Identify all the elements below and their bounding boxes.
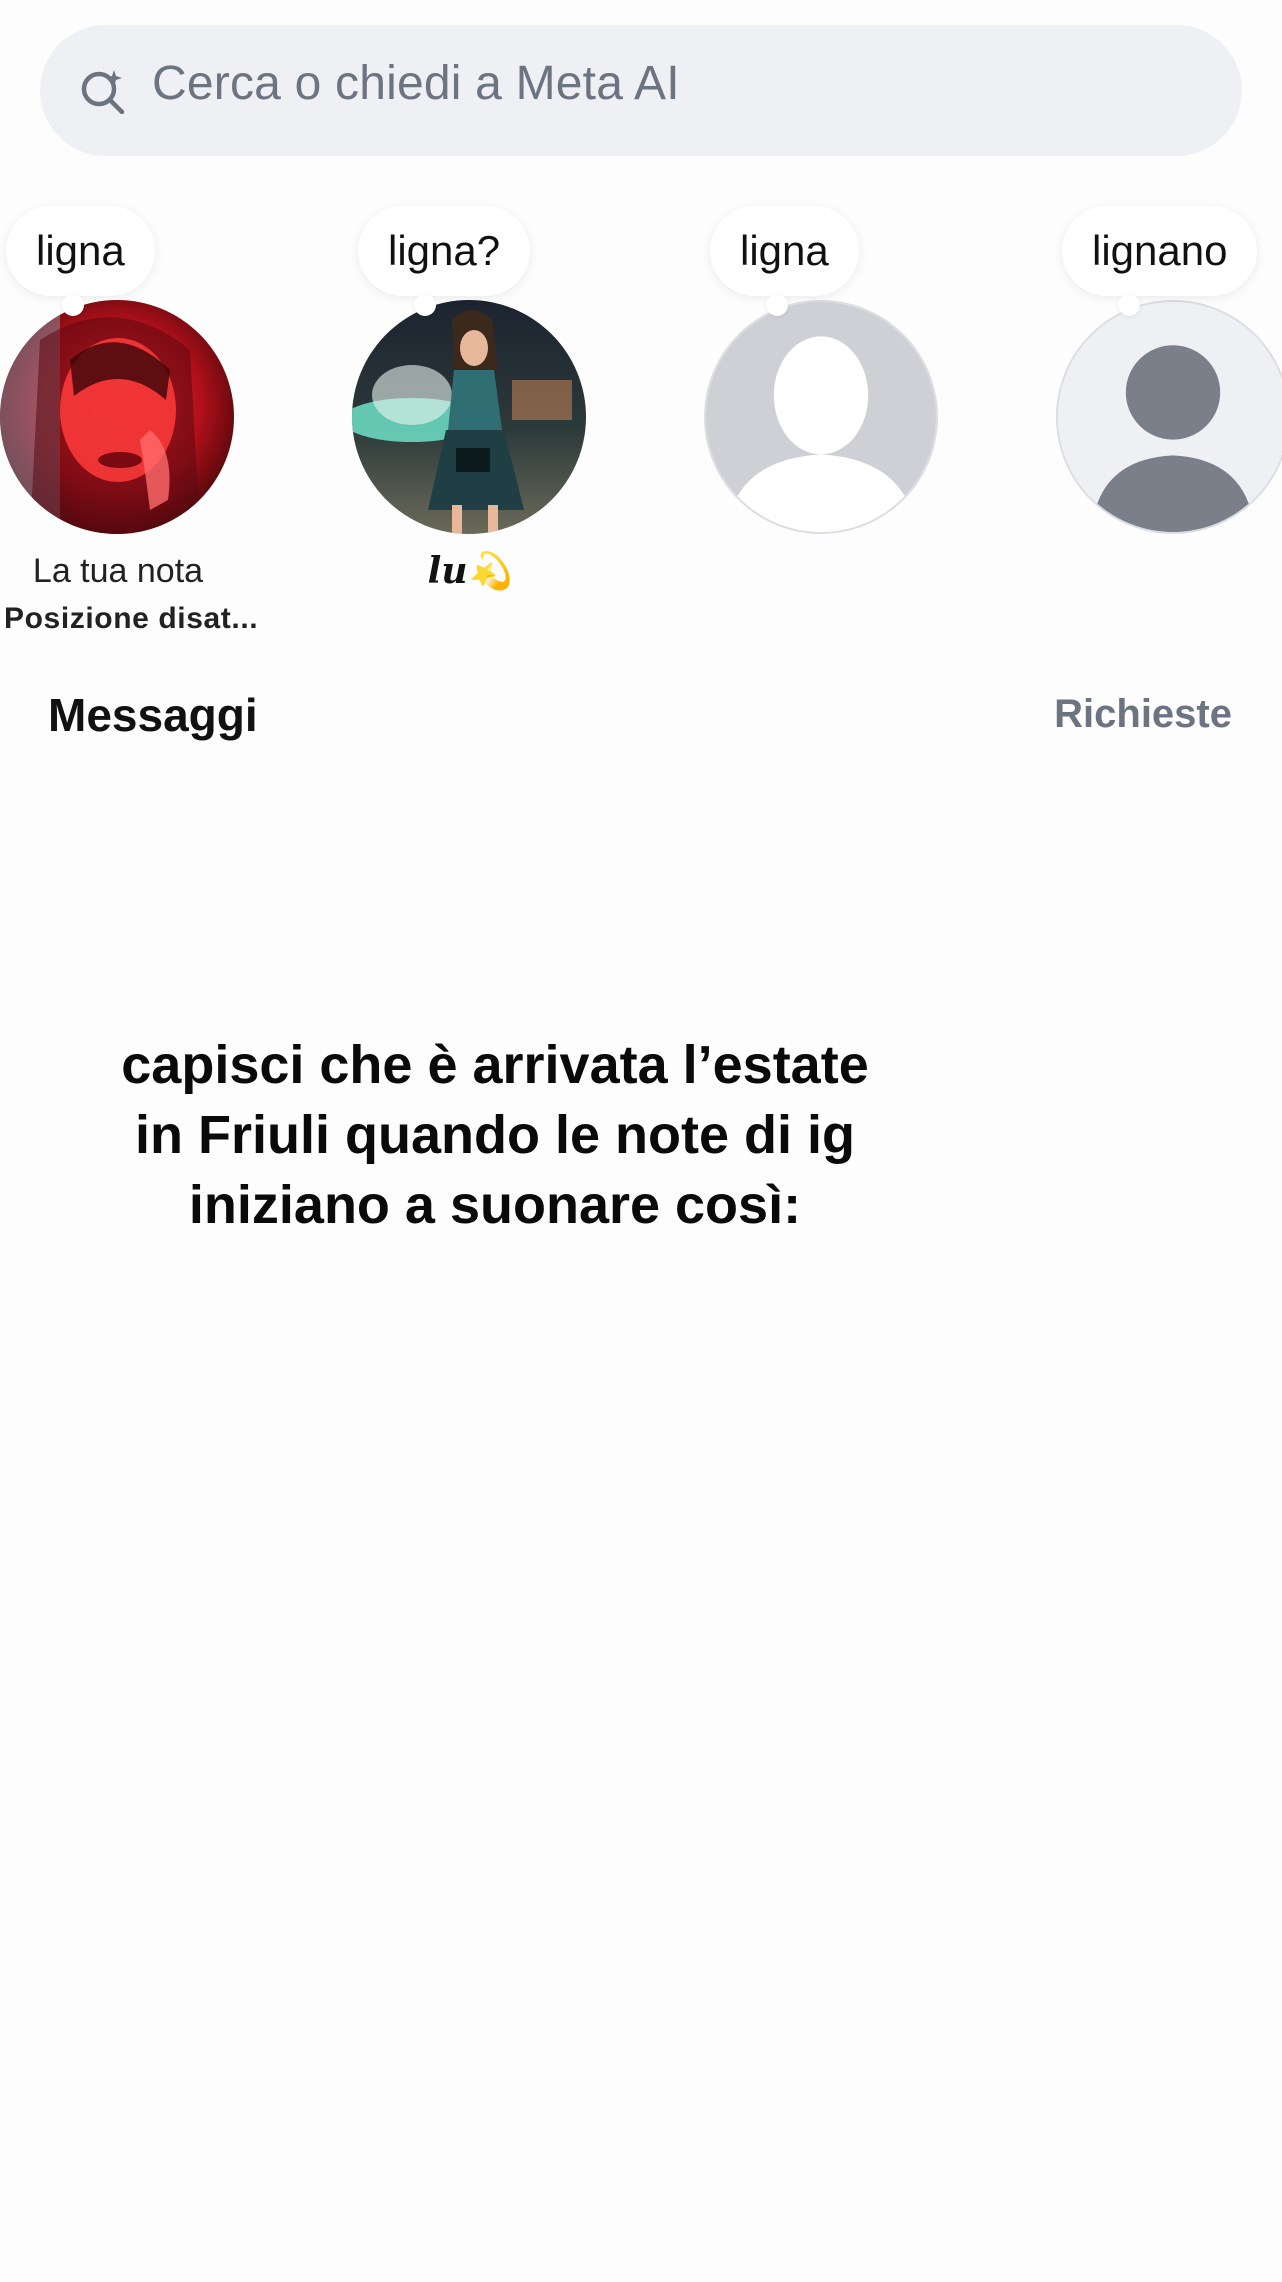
note-bubble[interactable]: ligna? bbox=[358, 206, 531, 296]
bubble-tail bbox=[766, 294, 788, 316]
overlay-caption: capisci che è arrivata l’estate in Friul… bbox=[121, 1035, 869, 1235]
default-user-icon[interactable] bbox=[1056, 300, 1282, 534]
note-label: La tua nota bbox=[32, 552, 204, 590]
messages-title: Messaggi bbox=[48, 689, 258, 741]
location-status: Posizione disat... bbox=[4, 602, 259, 635]
search-input[interactable]: Cerca o chiedi a Meta AI bbox=[152, 56, 680, 111]
note-username: lu💫 bbox=[427, 550, 513, 592]
note-bubble[interactable]: lignano bbox=[1062, 206, 1258, 296]
note-text: ligna bbox=[36, 227, 125, 274]
note-item[interactable]: lignano bbox=[1056, 200, 1282, 640]
note-item[interactable]: ligna bbox=[704, 200, 944, 640]
note-text: ligna bbox=[740, 227, 829, 274]
avatar[interactable] bbox=[0, 300, 234, 534]
note-bubble[interactable]: ligna bbox=[6, 206, 155, 296]
bubble-tail bbox=[62, 294, 84, 316]
default-silhouette-icon[interactable] bbox=[704, 300, 938, 534]
note-item[interactable]: ligna? lu💫 bbox=[352, 200, 592, 640]
note-bubble[interactable]: ligna bbox=[710, 206, 859, 296]
requests-link[interactable]: Richieste bbox=[1054, 692, 1232, 737]
note-item-own[interactable]: ligna La tua nota Posizione disat... bbox=[0, 200, 258, 640]
bubble-tail bbox=[414, 294, 436, 316]
avatar[interactable] bbox=[352, 300, 586, 534]
bubble-tail bbox=[1118, 294, 1140, 316]
note-text: ligna? bbox=[388, 227, 501, 274]
note-text: lignano bbox=[1092, 227, 1228, 274]
search-sparkle-icon bbox=[81, 70, 125, 114]
